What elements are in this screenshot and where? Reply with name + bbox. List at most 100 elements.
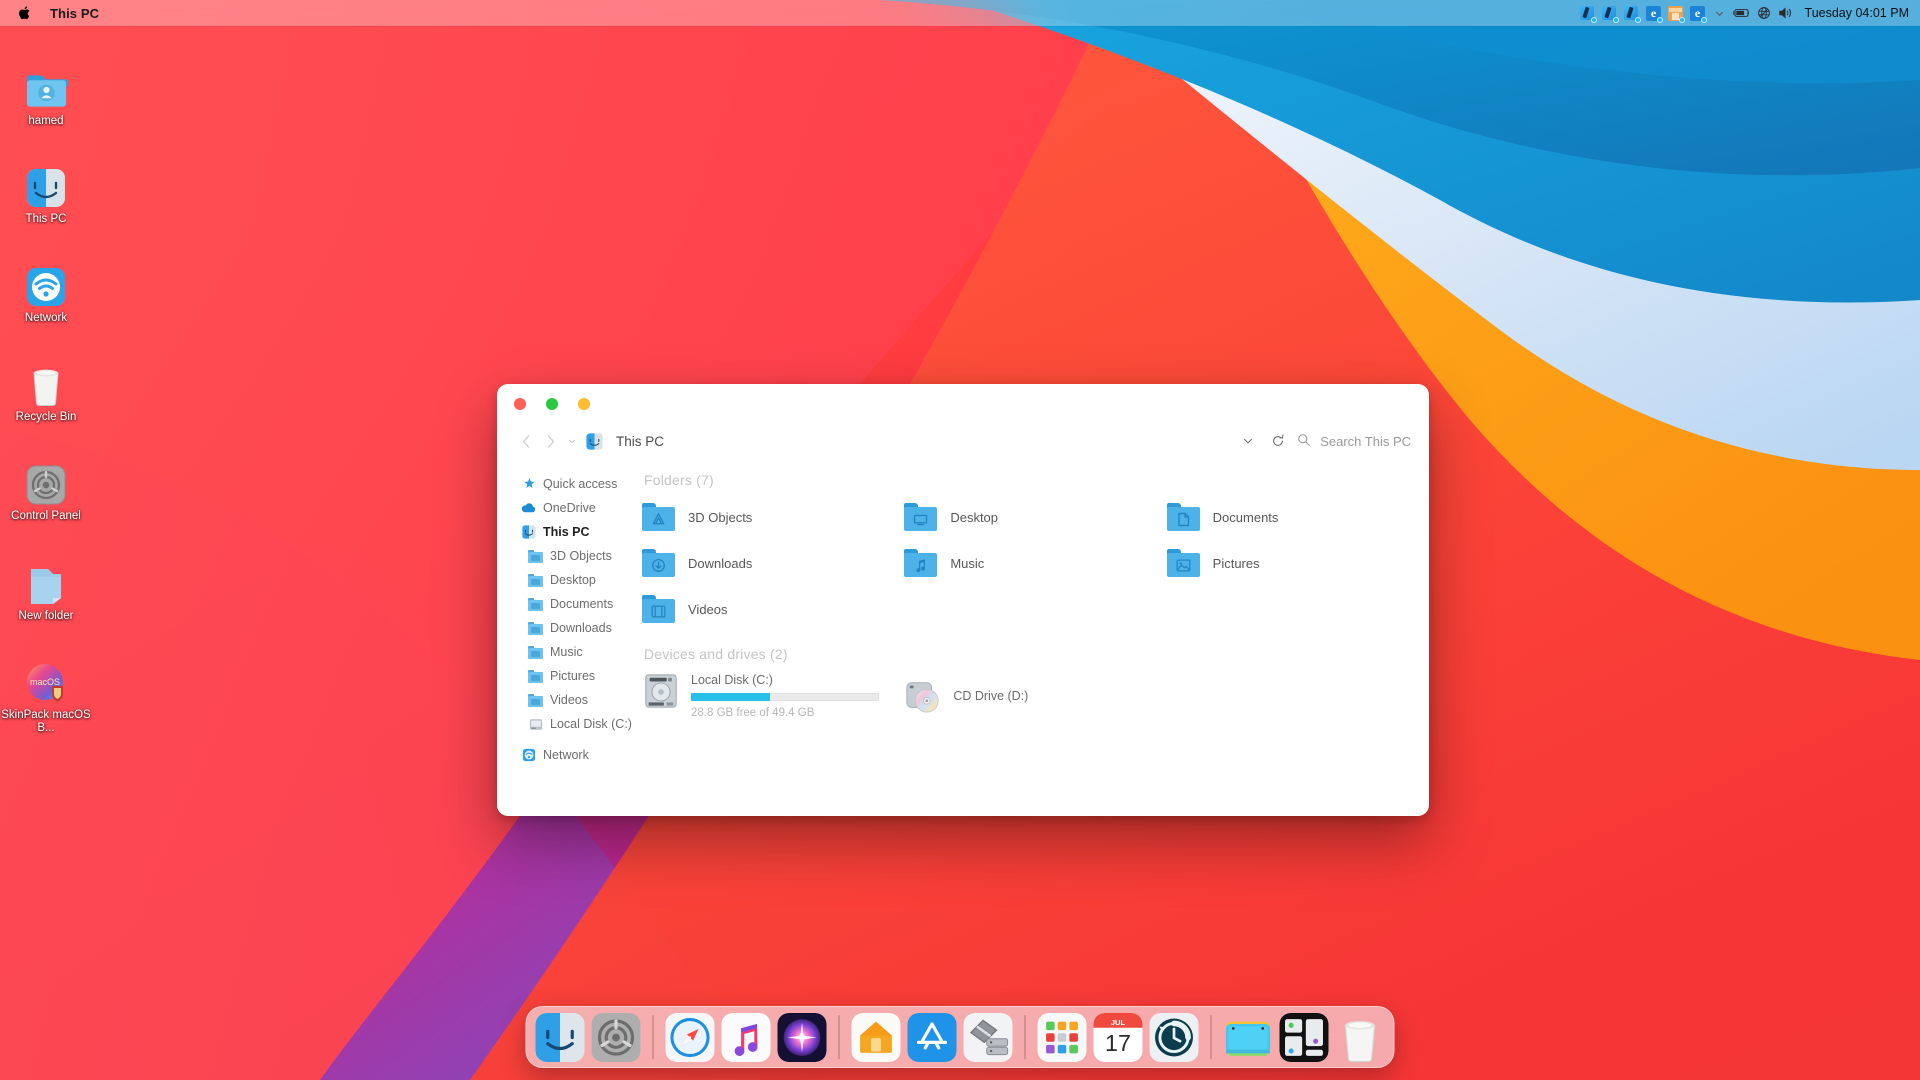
desktop-icon-control-panel[interactable]: Control Panel <box>0 455 92 523</box>
dock-item-calendar[interactable]: JUL 17 <box>1094 1013 1143 1062</box>
finder-window[interactable]: This PC Search This PC <box>497 384 1429 816</box>
user-folder-icon <box>0 60 92 110</box>
edge-browser-icon-2[interactable]: e <box>1687 2 1709 24</box>
dock-item-downloads-stack[interactable] <box>1224 1013 1273 1062</box>
sidebar-item-downloads[interactable]: Downloads <box>521 616 620 640</box>
sidebar-item-label: Documents <box>550 597 613 611</box>
view-options-chevron-down-icon[interactable] <box>1233 435 1263 447</box>
wifi-network-icon <box>0 257 92 307</box>
dock-item-launchpad[interactable] <box>1038 1013 1087 1062</box>
folder-tile-documents[interactable]: Documents <box>1167 498 1429 536</box>
menubar-clock[interactable]: Tuesday 04:01 PM <box>1805 6 1909 20</box>
folder-tile-downloads[interactable]: Downloads <box>642 544 904 582</box>
dock-separator-2 <box>839 1015 840 1059</box>
dock-item-finder[interactable] <box>536 1013 585 1062</box>
search-input[interactable]: Search This PC <box>1320 434 1411 449</box>
calendar-day: 17 <box>1105 1029 1131 1055</box>
refresh-icon[interactable] <box>1263 434 1293 448</box>
menubar-status-items: e e <box>1577 2 1920 24</box>
maximize-button[interactable] <box>578 398 590 410</box>
folder-icon <box>528 645 543 660</box>
dock-item-disk-utility[interactable] <box>964 1013 1013 1062</box>
sidebar-item-label: Quick access <box>543 477 617 491</box>
minimize-button[interactable] <box>546 398 558 410</box>
desktop-icon-hamed[interactable]: hamed <box>0 60 92 128</box>
folder-tile-label: Documents <box>1213 510 1279 525</box>
hard-drive-icon <box>642 672 680 710</box>
volume-icon[interactable] <box>1775 2 1797 24</box>
desktop-icon-this-pc[interactable]: This PC <box>0 158 92 226</box>
folder-tile-label: 3D Objects <box>688 510 752 525</box>
dock-item-mission-control[interactable] <box>1280 1013 1329 1062</box>
drive-tile-local-disk[interactable]: Local Disk (C:) 28.8 GB free of 49.4 GB <box>642 672 904 719</box>
music-folder-icon <box>904 549 937 577</box>
dock-item-home[interactable] <box>852 1013 901 1062</box>
empty-folder-icon <box>0 555 92 605</box>
desktop-icon-label: SkinPack macOS B... <box>0 709 92 735</box>
dock-item-music[interactable] <box>722 1013 771 1062</box>
cd-drive-icon <box>904 677 942 715</box>
finder-icon <box>521 525 536 540</box>
sidebar-item-desktop[interactable]: Desktop <box>521 568 620 592</box>
search-box[interactable]: Search This PC <box>1297 433 1411 450</box>
dock-item-app-store[interactable] <box>908 1013 957 1062</box>
drives-grid-spacer <box>1167 672 1429 719</box>
battery-icon[interactable] <box>1731 2 1753 24</box>
sidebar-item-local-disk[interactable]: Local Disk (C:) <box>521 712 620 736</box>
sidebar-item-videos[interactable]: Videos <box>521 688 620 712</box>
apple-logo-icon[interactable] <box>16 5 34 21</box>
pictures-folder-icon <box>1167 549 1200 577</box>
star-pin-icon <box>521 477 536 492</box>
dock-item-trash[interactable] <box>1336 1013 1385 1062</box>
folders-group-title: Folders (7) <box>644 472 1429 488</box>
globe-offline-icon[interactable] <box>1753 2 1775 24</box>
dock-item-time-machine[interactable] <box>1150 1013 1199 1062</box>
breadcrumb[interactable]: This PC <box>616 434 664 449</box>
history-chevron-down-icon[interactable] <box>562 436 582 446</box>
traffic-lights <box>514 398 590 410</box>
back-button[interactable] <box>514 434 538 449</box>
close-button[interactable] <box>514 398 526 410</box>
dock-item-system-preferences[interactable] <box>592 1013 641 1062</box>
edge-browser-icon[interactable]: e <box>1643 2 1665 24</box>
drive-name: Local Disk (C:) <box>691 673 879 687</box>
snip-tool-icon-2[interactable] <box>1599 2 1621 24</box>
sidebar-item-3d-objects[interactable]: 3D Objects <box>521 544 620 568</box>
snip-tool-icon-3[interactable] <box>1621 2 1643 24</box>
desktop-icon-new-folder[interactable]: New folder <box>0 555 92 623</box>
desktop-icon-label: Recycle Bin <box>0 411 92 424</box>
desktop-icon-label: hamed <box>0 115 92 128</box>
chevron-down-icon[interactable] <box>1709 2 1731 24</box>
sidebar-item-pictures[interactable]: Pictures <box>521 664 620 688</box>
drive-tile-cd[interactable]: CD Drive (D:) <box>904 672 1166 719</box>
folder-tile-videos[interactable]: Videos <box>642 590 904 628</box>
sidebar-item-onedrive[interactable]: OneDrive <box>521 496 620 520</box>
3d-objects-folder-icon <box>642 503 675 531</box>
desktop-icon-recycle-bin[interactable]: Recycle Bin <box>0 356 92 424</box>
sidebar-item-network[interactable]: Network <box>521 743 620 767</box>
drive-free-text: 28.8 GB free of 49.4 GB <box>691 707 879 719</box>
folder-tile-music[interactable]: Music <box>904 544 1166 582</box>
sidebar-item-quick-access[interactable]: Quick access <box>521 472 620 496</box>
window-body: Quick access OneDrive <box>497 460 1429 816</box>
window-titlebar[interactable] <box>497 384 1429 422</box>
folder-tile-pictures[interactable]: Pictures <box>1167 544 1429 582</box>
microsoft-store-icon[interactable] <box>1665 2 1687 24</box>
drive-info: Local Disk (C:) 28.8 GB free of 49.4 GB <box>691 672 879 719</box>
folder-tile-3d-objects[interactable]: 3D Objects <box>642 498 904 536</box>
sidebar-item-documents[interactable]: Documents <box>521 592 620 616</box>
folder-tile-desktop[interactable]: Desktop <box>904 498 1166 536</box>
desktop-icon-label: Network <box>0 312 92 325</box>
folder-icon <box>528 573 543 588</box>
snip-tool-icon[interactable] <box>1577 2 1599 24</box>
desktop-icon-network[interactable]: Network <box>0 257 92 325</box>
sidebar-item-label: Pictures <box>550 669 595 683</box>
dock-item-siri[interactable] <box>778 1013 827 1062</box>
desktop-icon-skinpack[interactable]: macOS SkinPack macOS B... <box>0 654 92 735</box>
drive-name: CD Drive (D:) <box>953 689 1028 703</box>
folder-tile-label: Pictures <box>1213 556 1260 571</box>
sidebar-item-music[interactable]: Music <box>521 640 620 664</box>
dock-item-safari[interactable] <box>666 1013 715 1062</box>
forward-button[interactable] <box>538 434 562 449</box>
sidebar-item-this-pc[interactable]: This PC <box>521 520 620 544</box>
